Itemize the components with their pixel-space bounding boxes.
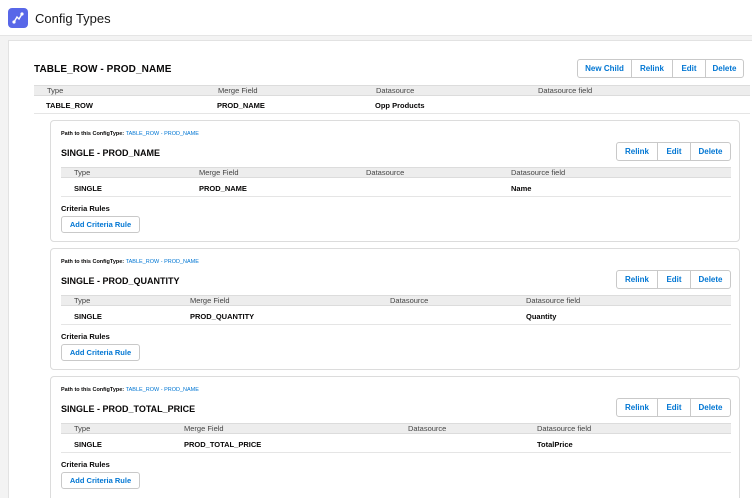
cell-merge-field: PROD_NAME bbox=[199, 184, 247, 193]
cell-datasource: Opp Products bbox=[375, 101, 425, 110]
child-config-card: Path to this ConfigType: TABLE_ROW - PRO… bbox=[50, 376, 740, 498]
child-button-group: Relink Edit Delete bbox=[616, 142, 731, 161]
column-header-datasource-field: Datasource field bbox=[537, 424, 592, 433]
child-config-title: SINGLE - PROD_TOTAL_PRICE bbox=[61, 404, 196, 414]
criteria-rules-label: Criteria Rules bbox=[61, 460, 110, 469]
cell-datasource-field: TotalPrice bbox=[537, 440, 573, 449]
row-divider bbox=[61, 196, 731, 197]
delete-button[interactable]: Delete bbox=[690, 270, 731, 289]
config-path: Path to this ConfigType: TABLE_ROW - PRO… bbox=[61, 131, 199, 137]
top-bar: Config Types bbox=[0, 0, 752, 36]
cell-datasource-field: Name bbox=[511, 184, 532, 193]
parent-config-title: TABLE_ROW - PROD_NAME bbox=[34, 64, 172, 75]
column-header-merge-field: Merge Field bbox=[218, 86, 258, 95]
child-config-title: SINGLE - PROD_QUANTITY bbox=[61, 276, 180, 286]
delete-button[interactable]: Delete bbox=[705, 59, 744, 78]
relink-button[interactable]: Relink bbox=[616, 270, 658, 289]
config-path: Path to this ConfigType: TABLE_ROW - PRO… bbox=[61, 387, 199, 393]
row-divider bbox=[61, 324, 731, 325]
edit-button[interactable]: Edit bbox=[657, 142, 691, 161]
new-child-button[interactable]: New Child bbox=[577, 59, 632, 78]
cell-type: SINGLE bbox=[74, 184, 102, 193]
cell-merge-field: PROD_QUANTITY bbox=[190, 312, 255, 321]
column-header-datasource-field: Datasource field bbox=[511, 168, 566, 177]
add-criteria-rule-button[interactable]: Add Criteria Rule bbox=[61, 344, 140, 361]
relink-button[interactable]: Relink bbox=[616, 398, 658, 417]
cell-datasource-field: Quantity bbox=[526, 312, 557, 321]
cell-merge-field: PROD_TOTAL_PRICE bbox=[184, 440, 262, 449]
cell-type: TABLE_ROW bbox=[46, 101, 93, 110]
criteria-rules-label: Criteria Rules bbox=[61, 204, 110, 213]
column-header-datasource: Datasource bbox=[376, 86, 415, 95]
child-table-header: Type Merge Field Datasource Datasource f… bbox=[61, 167, 731, 178]
path-link[interactable]: TABLE_ROW - PROD_NAME bbox=[126, 387, 199, 393]
path-link[interactable]: TABLE_ROW - PROD_NAME bbox=[126, 131, 199, 137]
child-button-group: Relink Edit Delete bbox=[616, 270, 731, 289]
column-header-type: Type bbox=[47, 86, 64, 95]
relink-button[interactable]: Relink bbox=[616, 142, 658, 161]
column-header-merge-field: Merge Field bbox=[199, 168, 239, 177]
child-config-card: Path to this ConfigType: TABLE_ROW - PRO… bbox=[50, 120, 740, 242]
edit-button[interactable]: Edit bbox=[672, 59, 706, 78]
relink-button[interactable]: Relink bbox=[631, 59, 673, 78]
add-criteria-rule-button[interactable]: Add Criteria Rule bbox=[61, 472, 140, 489]
column-header-merge-field: Merge Field bbox=[184, 424, 224, 433]
cell-type: SINGLE bbox=[74, 440, 102, 449]
column-header-datasource-field: Datasource field bbox=[538, 86, 593, 95]
row-divider bbox=[61, 452, 731, 453]
criteria-rules-label: Criteria Rules bbox=[61, 332, 110, 341]
column-header-merge-field: Merge Field bbox=[190, 296, 230, 305]
edit-button[interactable]: Edit bbox=[657, 398, 691, 417]
config-path: Path to this ConfigType: TABLE_ROW - PRO… bbox=[61, 259, 199, 265]
page-title: Config Types bbox=[35, 11, 111, 26]
main-panel: TABLE_ROW - PROD_NAME New Child Relink E… bbox=[8, 40, 752, 498]
column-header-type: Type bbox=[74, 296, 91, 305]
column-header-datasource: Datasource bbox=[408, 424, 447, 433]
child-table-header: Type Merge Field Datasource Datasource f… bbox=[61, 295, 731, 306]
row-divider bbox=[34, 113, 750, 114]
delete-button[interactable]: Delete bbox=[690, 398, 731, 417]
child-button-group: Relink Edit Delete bbox=[616, 398, 731, 417]
column-header-type: Type bbox=[74, 424, 91, 433]
edit-button[interactable]: Edit bbox=[657, 270, 691, 289]
column-header-datasource-field: Datasource field bbox=[526, 296, 581, 305]
cell-merge-field: PROD_NAME bbox=[217, 101, 265, 110]
column-header-datasource: Datasource bbox=[366, 168, 405, 177]
parent-table-header: Type Merge Field Datasource Datasource f… bbox=[34, 85, 750, 96]
child-table-header: Type Merge Field Datasource Datasource f… bbox=[61, 423, 731, 434]
column-header-datasource: Datasource bbox=[390, 296, 429, 305]
delete-button[interactable]: Delete bbox=[690, 142, 731, 161]
child-config-title: SINGLE - PROD_NAME bbox=[61, 148, 161, 158]
column-header-type: Type bbox=[74, 168, 91, 177]
child-config-card: Path to this ConfigType: TABLE_ROW - PRO… bbox=[50, 248, 740, 370]
app-switcher-icon[interactable] bbox=[8, 8, 28, 28]
parent-button-group: New Child Relink Edit Delete bbox=[577, 59, 744, 78]
add-criteria-rule-button[interactable]: Add Criteria Rule bbox=[61, 216, 140, 233]
path-link[interactable]: TABLE_ROW - PROD_NAME bbox=[126, 259, 199, 265]
cell-type: SINGLE bbox=[74, 312, 102, 321]
